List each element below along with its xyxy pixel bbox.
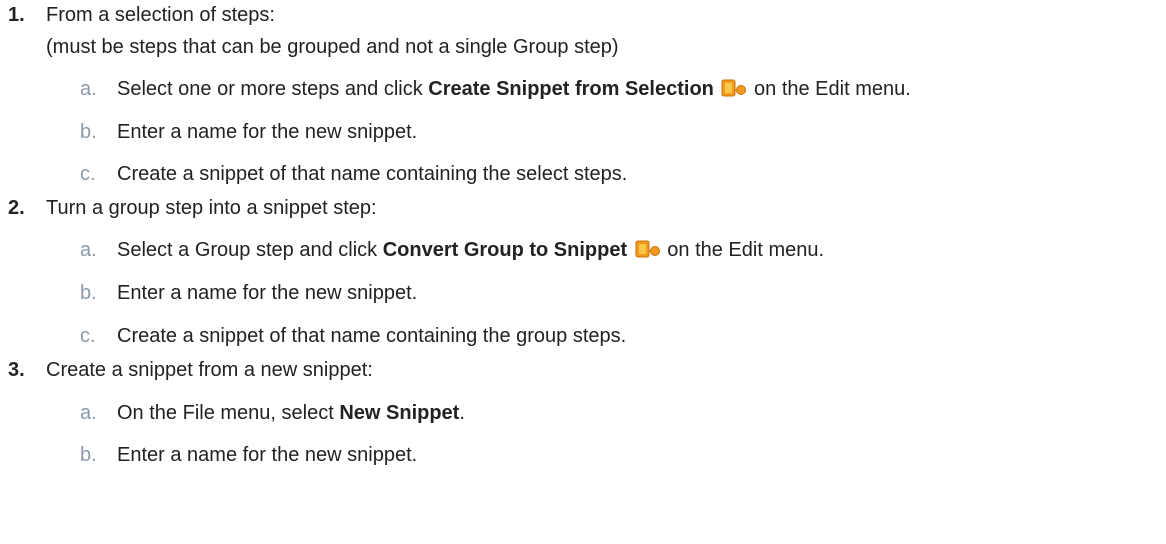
- substep-text: On the File menu, select New Snippet.: [117, 402, 465, 424]
- step-number: 1.: [8, 4, 25, 26]
- step-text: From a selection of steps:: [46, 4, 275, 26]
- substep-letter: c.: [80, 163, 96, 185]
- menu-command-label: Convert Group to Snippet: [382, 239, 628, 261]
- step-number: 3.: [8, 359, 25, 381]
- menu-command-label: New Snippet: [339, 402, 460, 424]
- document-page: 1. From a selection of steps: (must be s…: [0, 0, 1166, 544]
- substep-letter: b.: [80, 282, 97, 304]
- substep-text: Enter a name for the new snippet.: [117, 444, 418, 466]
- substep-text: Create a snippet of that name containing…: [117, 163, 628, 185]
- snippet-icon: [721, 79, 747, 97]
- step-number: 2.: [8, 197, 25, 219]
- substep-text: Create a snippet of that name containing…: [117, 325, 627, 347]
- substep-letter: a.: [80, 402, 97, 424]
- substep-text: Enter a name for the new snippet.: [117, 121, 418, 143]
- substep-text: Select one or more steps and click Creat…: [117, 78, 911, 100]
- substep-text: Select a Group step and click Convert Gr…: [117, 239, 825, 261]
- substep-letter: a.: [80, 239, 97, 261]
- substep-text: Enter a name for the new snippet.: [117, 282, 418, 304]
- step-text: Create a snippet from a new snippet:: [46, 359, 373, 381]
- menu-command-label: Create Snippet from Selection: [428, 78, 714, 100]
- substep-letter: c.: [80, 325, 96, 347]
- snippet-icon: [635, 240, 661, 258]
- step-text: Turn a group step into a snippet step:: [46, 197, 377, 219]
- substep-letter: b.: [80, 444, 97, 466]
- substep-letter: b.: [80, 121, 97, 143]
- substep-letter: a.: [80, 78, 97, 100]
- step-note: (must be steps that can be grouped and n…: [46, 36, 619, 58]
